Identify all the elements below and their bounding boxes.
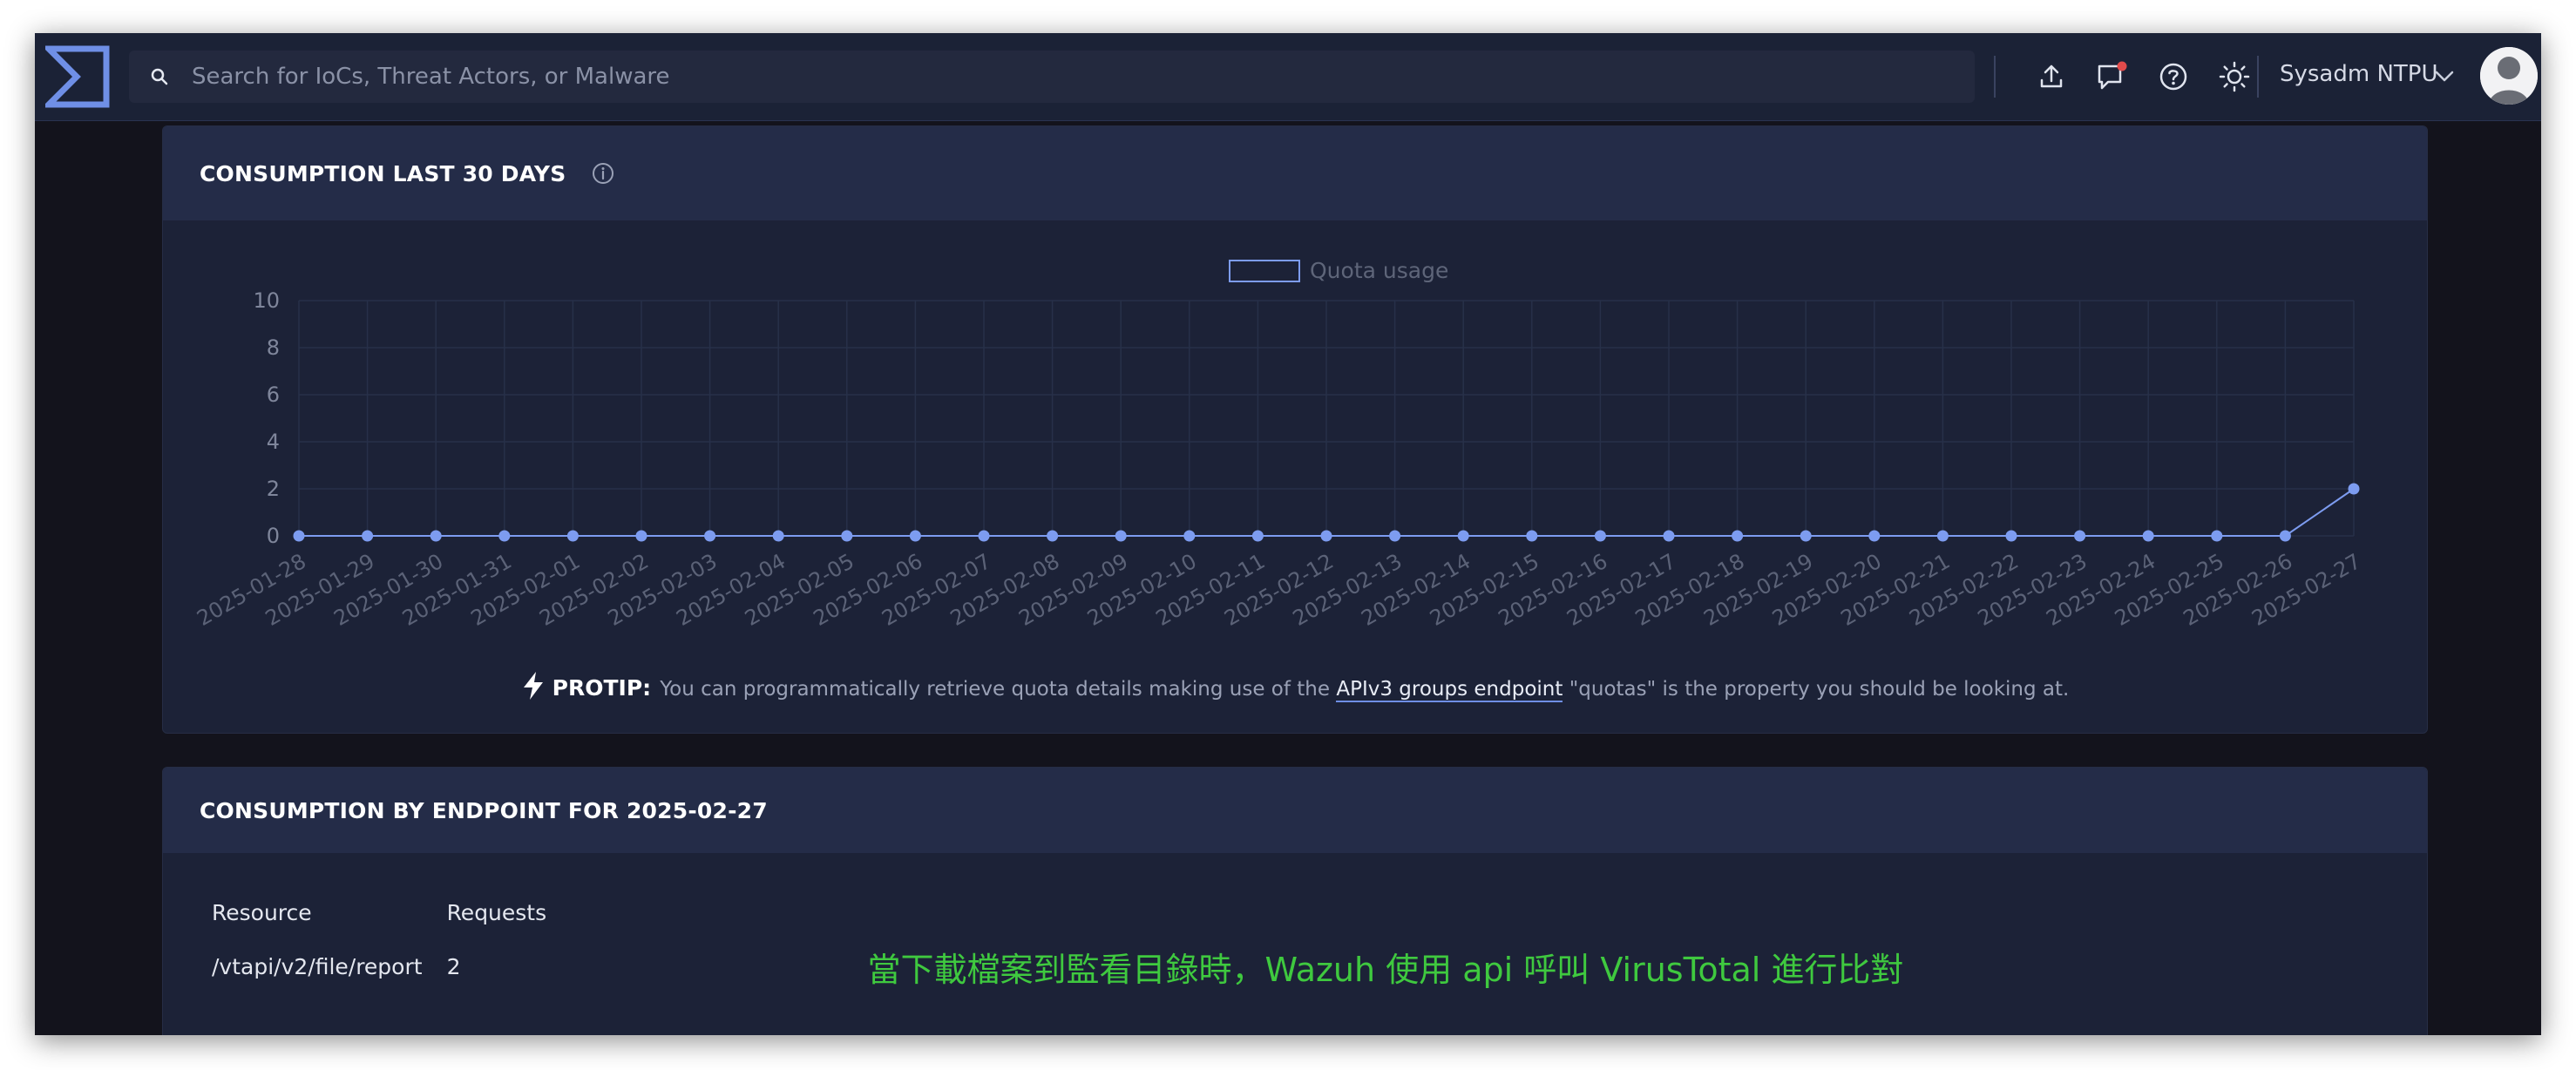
data-point <box>293 530 305 542</box>
search-icon <box>129 67 190 86</box>
data-point <box>841 530 853 542</box>
app-window: Sysadm NTPU CONSUMPTION LAST 30 DAYS <box>35 33 2541 1035</box>
column-header-resource: Resource <box>212 899 312 925</box>
data-point <box>1320 530 1332 542</box>
chevron-down-icon[interactable] <box>2433 64 2456 91</box>
resource-cell: /vtapi/v2/file/report <box>212 953 423 979</box>
data-point <box>704 530 716 542</box>
help-icon[interactable] <box>2154 58 2193 96</box>
panel-title: CONSUMPTION LAST 30 DAYS <box>200 160 566 186</box>
data-point <box>1800 530 1812 542</box>
y-tick-label: 4 <box>267 430 280 454</box>
consumption-last-30-days-panel: CONSUMPTION LAST 30 DAYS 0 2 4 6 8 10 2025-01-… <box>162 125 2428 734</box>
column-header-requests: Requests <box>446 899 547 925</box>
data-point <box>1663 530 1675 542</box>
data-point <box>1594 530 1606 542</box>
data-point <box>362 530 374 542</box>
user-avatar[interactable] <box>2480 47 2538 105</box>
virustotal-logo-icon[interactable] <box>41 45 110 108</box>
data-point <box>430 530 442 542</box>
data-point <box>498 530 511 542</box>
y-tick-label: 8 <box>267 335 280 360</box>
panel-header: CONSUMPTION BY ENDPOINT FOR 2025-02-27 <box>163 768 2427 853</box>
data-point <box>2348 483 2360 495</box>
panel-title: CONSUMPTION BY ENDPOINT FOR 2025-02-27 <box>200 797 768 823</box>
data-point <box>909 530 921 542</box>
data-point <box>772 530 784 542</box>
upload-icon[interactable] <box>2032 58 2071 96</box>
data-point <box>1936 530 1949 542</box>
top-navigation-bar: Sysadm NTPU <box>35 33 2541 121</box>
data-point <box>1047 530 1059 542</box>
search-input[interactable] <box>190 63 1975 91</box>
data-point <box>2142 530 2154 542</box>
table-header-row: Resource Requests <box>212 888 571 937</box>
data-point <box>2074 530 2086 542</box>
requests-cell: 2 <box>446 953 461 979</box>
consumption-by-endpoint-panel: CONSUMPTION BY ENDPOINT FOR 2025-02-27 R… <box>162 767 2428 1035</box>
data-point <box>1389 530 1401 542</box>
protip-text-before: You can programmatically retrieve quota … <box>660 678 1331 701</box>
data-point <box>978 530 990 542</box>
panel-header: CONSUMPTION LAST 30 DAYS <box>163 126 2427 220</box>
data-point <box>566 530 579 542</box>
theme-sun-icon[interactable] <box>2215 58 2254 96</box>
data-point <box>1868 530 1881 542</box>
data-point <box>2211 530 2223 542</box>
apiv3-groups-endpoint-link[interactable]: APIv3 groups endpoint <box>1336 678 1563 702</box>
y-tick-label: 10 <box>253 288 280 313</box>
protip-note: PROTIP: You can programmatically retrieve… <box>163 671 2427 706</box>
data-point <box>635 530 647 542</box>
protip-label: PROTIP: <box>552 675 652 701</box>
y-tick-label: 6 <box>267 383 280 407</box>
toolbar-divider <box>2257 56 2259 98</box>
data-point <box>1457 530 1469 542</box>
legend-swatch <box>1229 260 1300 282</box>
protip-text-after: "quotas" is the property you should be l… <box>1569 678 2070 701</box>
data-point <box>1115 530 1127 542</box>
quota-usage-chart: 0 2 4 6 8 10 2025-01-28 2025-01-29 2025-01-30 202… <box>163 220 2427 726</box>
data-point <box>1251 530 1264 542</box>
toolbar-divider <box>1994 56 1996 98</box>
data-point <box>2005 530 2017 542</box>
y-tick-label: 2 <box>267 477 280 501</box>
lightning-bolt-icon <box>521 671 546 706</box>
data-point <box>1526 530 1538 542</box>
data-point <box>1183 530 1196 542</box>
search-bar[interactable] <box>129 51 1975 103</box>
annotation-caption: 當下載檔案到監看目錄時，Wazuh 使用 api 呼叫 VirusTotal 進… <box>867 951 1904 989</box>
user-menu-name[interactable]: Sysadm NTPU <box>2280 61 2438 87</box>
table-row: /vtapi/v2/file/report 2 <box>212 937 571 996</box>
data-point <box>2279 530 2291 542</box>
y-tick-label: 0 <box>267 524 280 548</box>
endpoint-table: Resource Requests /vtapi/v2/file/report … <box>212 888 571 996</box>
notifications-chat-icon[interactable] <box>2093 58 2132 96</box>
info-icon[interactable] <box>592 162 614 185</box>
data-point <box>1732 530 1744 542</box>
legend-label: Quota usage <box>1310 258 1448 283</box>
